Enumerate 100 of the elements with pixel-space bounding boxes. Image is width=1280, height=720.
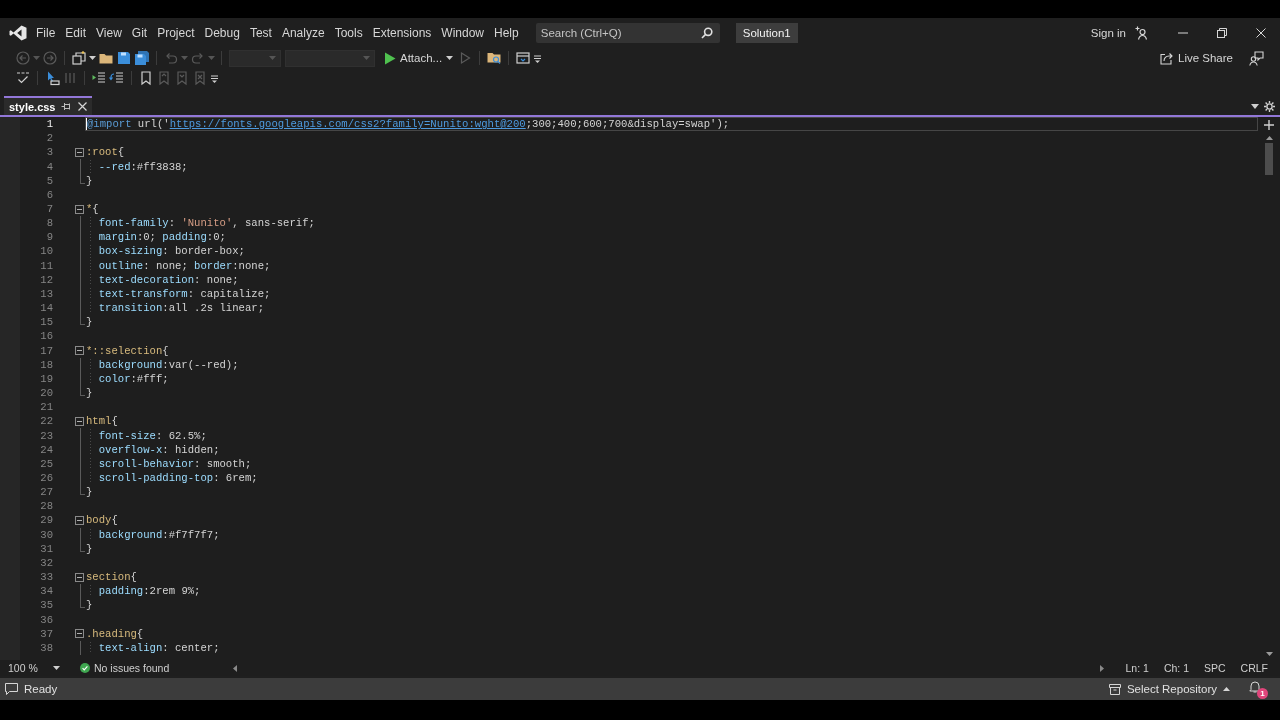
- caret-down-icon: [1251, 103, 1259, 109]
- code-line: font-size: 62.5%;: [98, 429, 207, 442]
- line-number: 5: [46, 174, 53, 187]
- settings-button[interactable]: [1264, 100, 1275, 112]
- check-circle-icon: [80, 663, 90, 673]
- save-icon: [116, 50, 132, 66]
- line-number: 21: [40, 401, 53, 414]
- line-number: 2: [46, 132, 53, 145]
- code-line: @import url('https://fonts.googleapis.com/css2?family=Nunito:wght@200;300;400;600;700&display=swap');: [87, 118, 730, 131]
- settings-icon: [1264, 100, 1275, 112]
- bookmark-icon: [138, 70, 154, 86]
- code-line: transition:all .2s linear;: [98, 302, 264, 315]
- share-icon: [1160, 51, 1173, 65]
- line-ending-indicator[interactable]: CRLF: [1240, 662, 1268, 674]
- spellcheck-icon: [15, 70, 31, 86]
- line-number: 32: [40, 556, 53, 569]
- pin-button[interactable]: [61, 102, 73, 111]
- code-line: --red:#ff3838;: [98, 160, 188, 173]
- code-line: text-align: center;: [98, 641, 220, 654]
- menu-item[interactable]: Project: [152, 22, 200, 44]
- attach-button[interactable]: Attach...: [381, 49, 457, 67]
- line-indicator[interactable]: Ln: 1: [1125, 662, 1149, 674]
- menu-item[interactable]: File: [31, 22, 61, 44]
- menu-item[interactable]: Git: [126, 22, 153, 44]
- menu-item[interactable]: Tools: [329, 22, 368, 44]
- save-button[interactable]: [115, 49, 133, 67]
- scroll-down-arrow-icon[interactable]: [1265, 652, 1273, 656]
- code-line: }: [86, 316, 93, 329]
- minimize-icon: [1177, 32, 1188, 34]
- collapse-icon[interactable]: [75, 147, 84, 157]
- status-text: Ready: [24, 683, 58, 695]
- line-number: 25: [40, 457, 53, 470]
- menu-item[interactable]: View: [91, 22, 127, 44]
- stacked-windows-button[interactable]: [70, 49, 97, 67]
- search-field[interactable]: Search (Ctrl+Q): [535, 23, 720, 43]
- zoom-dropdown[interactable]: 100 %: [8, 662, 66, 674]
- code-line: background:#f7f7f7;: [98, 528, 220, 541]
- outdent-icon: [109, 70, 125, 86]
- whitespace-indicator[interactable]: SPC: [1204, 662, 1226, 674]
- select-repository-button[interactable]: Select Repository: [1108, 683, 1230, 695]
- collapse-icon[interactable]: [75, 416, 84, 426]
- line-number: 13: [40, 287, 53, 300]
- line-number: 9: [46, 231, 53, 244]
- column-indicator[interactable]: Ch: 1: [1163, 662, 1189, 674]
- line-number: 1: [46, 118, 53, 131]
- play-icon: [384, 51, 396, 65]
- line-number: 10: [40, 245, 53, 258]
- feedback-button[interactable]: [1249, 50, 1264, 66]
- tab-list-button[interactable]: [1251, 103, 1259, 109]
- logo-icon[interactable]: [9, 25, 27, 41]
- code-line: html{: [86, 415, 118, 428]
- menu-item[interactable]: Window: [436, 22, 490, 44]
- scrollbar-thumb[interactable]: [1265, 143, 1273, 175]
- solution-name: Solution1: [735, 23, 798, 43]
- line-number: 28: [40, 500, 53, 513]
- menu-item[interactable]: Help: [489, 22, 524, 44]
- line-number: 12: [40, 273, 53, 286]
- collapse-icon[interactable]: [75, 204, 84, 214]
- url-link[interactable]: https://fonts.googleapis.com/css2?family=Nunito:wght@200: [169, 118, 526, 131]
- line-number: 22: [40, 415, 53, 428]
- code-line: }: [86, 174, 93, 187]
- code-line: background:var(--red);: [98, 358, 239, 371]
- line-number: 30: [40, 528, 53, 541]
- search-icon[interactable]: [700, 27, 713, 39]
- sign-in-button[interactable]: Sign in: [1090, 26, 1149, 40]
- caret-down-icon: [89, 56, 96, 60]
- menu-item[interactable]: Test: [244, 22, 277, 44]
- collapse-icon[interactable]: [75, 572, 84, 582]
- archive-box-icon: [1108, 683, 1121, 695]
- line-number: 8: [46, 217, 53, 230]
- scroll-left-arrow-icon[interactable]: [233, 664, 238, 672]
- caret-down-icon: [363, 56, 370, 60]
- line-number: 19: [40, 372, 53, 385]
- collapse-icon[interactable]: [75, 629, 84, 639]
- menu-item[interactable]: Analyze: [276, 22, 330, 44]
- code-line: margin:0; padding:0;: [98, 231, 226, 244]
- save-all-button[interactable]: [133, 49, 151, 67]
- menu-item[interactable]: Extensions: [367, 22, 437, 44]
- document-tab[interactable]: style.css: [4, 96, 93, 115]
- caret-up-icon: [1223, 687, 1230, 691]
- collapse-icon[interactable]: [75, 346, 84, 356]
- collapse-icon[interactable]: [75, 515, 84, 525]
- line-number: 17: [40, 344, 53, 357]
- code-line: scroll-behavior: smooth;: [98, 457, 252, 470]
- split-button[interactable]: [1264, 117, 1274, 133]
- code-line: :root{: [86, 146, 125, 159]
- scroll-right-arrow-icon[interactable]: [1099, 664, 1104, 672]
- close-tab-button[interactable]: [78, 102, 88, 111]
- scroll-up-arrow-icon[interactable]: [1265, 136, 1273, 140]
- notifications-button[interactable]: 1: [1248, 679, 1268, 699]
- menu-item[interactable]: Debug: [199, 22, 245, 44]
- live-share-button[interactable]: Live Share: [1160, 51, 1233, 65]
- line-number: 29: [40, 514, 53, 527]
- menu-item[interactable]: Edit: [60, 22, 92, 44]
- notification-badge: 1: [1257, 688, 1268, 699]
- line-number: 24: [40, 443, 53, 456]
- window-button[interactable]: [514, 49, 533, 67]
- person-bubble-icon: [1249, 50, 1264, 66]
- code-line: body{: [86, 514, 118, 527]
- issues-indicator[interactable]: No issues found: [80, 662, 170, 674]
